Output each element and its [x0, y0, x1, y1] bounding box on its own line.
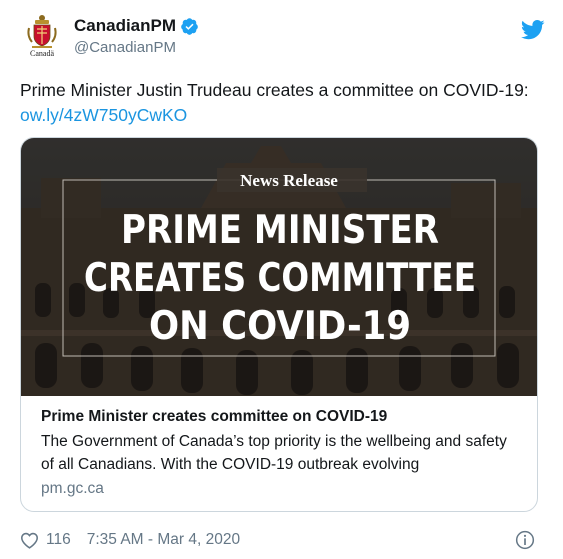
- tweet-embed: Canadä CanadianPM @CanadianPM Prime Mini…: [0, 0, 563, 559]
- canada-coat-of-arms-icon[interactable]: Canadä: [20, 14, 64, 58]
- card-description: The Government of Canada’s top priority …: [41, 433, 507, 473]
- author-names: CanadianPM @CanadianPM: [74, 15, 199, 56]
- image-line-3: ON COVID-19: [149, 304, 411, 349]
- news-release-image: News Release PRIME MINISTER CREATES COMM…: [21, 138, 537, 396]
- tweet-header: Canadä CanadianPM @CanadianPM: [20, 12, 545, 62]
- tweet-text-body: Prime Minister Justin Trudeau creates a …: [20, 80, 529, 100]
- tweet-timestamp[interactable]: 7:35 AM - Mar 4, 2020: [87, 531, 240, 549]
- card-domain: pm.gc.ca: [41, 480, 104, 497]
- author-handle[interactable]: @CanadianPM: [74, 39, 199, 56]
- link-preview-card[interactable]: News Release PRIME MINISTER CREATES COMM…: [20, 137, 538, 512]
- tweet-link[interactable]: ow.ly/4zW750yCwKO: [20, 105, 187, 125]
- card-image[interactable]: News Release PRIME MINISTER CREATES COMM…: [21, 138, 537, 396]
- canada-wordmark: Canadä: [30, 49, 54, 58]
- twitter-bird-icon[interactable]: [521, 20, 545, 40]
- image-line-1: PRIME MINISTER: [121, 208, 439, 253]
- tweet-footer: 116 7:35 AM - Mar 4, 2020: [20, 529, 545, 551]
- author-display-name[interactable]: CanadianPM: [74, 16, 176, 36]
- tweet-text: Prime Minister Justin Trudeau creates a …: [20, 78, 540, 128]
- image-heading: News Release: [240, 171, 338, 190]
- card-body: Prime Minister creates committee on COVI…: [41, 407, 521, 499]
- info-icon[interactable]: [515, 530, 535, 550]
- verified-badge-icon: [181, 17, 198, 35]
- heart-icon[interactable]: [20, 532, 39, 549]
- image-line-2: CREATES COMMITTEE: [84, 256, 476, 301]
- card-title[interactable]: Prime Minister creates committee on COVI…: [41, 407, 521, 427]
- like-count[interactable]: 116: [46, 531, 71, 549]
